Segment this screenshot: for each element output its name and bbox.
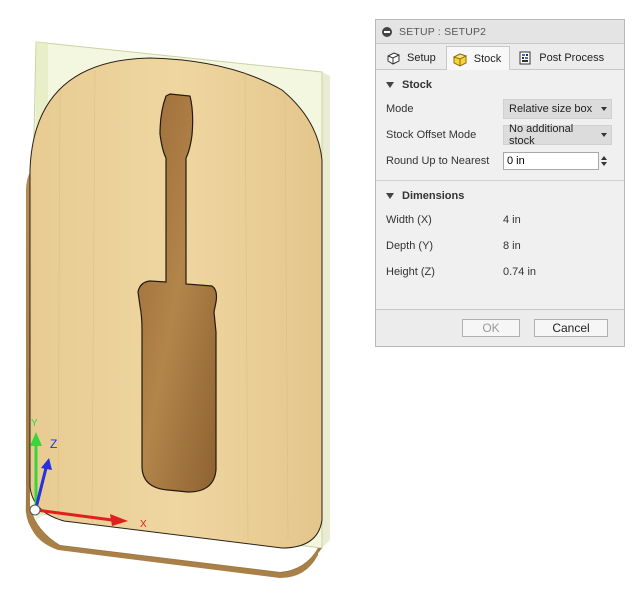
tab-setup[interactable]: Setup (380, 47, 444, 69)
height-row: Height (Z) 0.74 in (376, 259, 624, 285)
spinner-buttons[interactable] (601, 155, 607, 167)
round-up-row: Round Up to Nearest (376, 148, 624, 174)
tab-stock-label: Stock (473, 52, 502, 65)
height-value: 0.74 in (503, 266, 537, 278)
tab-post-process[interactable]: Post Process (512, 47, 612, 69)
dropdown-arrow-icon (601, 107, 607, 111)
tab-setup-label: Setup (407, 52, 436, 64)
stock-model: Y Z X (25, 41, 330, 578)
depth-row: Depth (Y) 8 in (376, 233, 624, 259)
spin-up-icon[interactable] (601, 156, 607, 160)
axis-z-label: Z (50, 437, 57, 451)
section-divider (376, 180, 624, 181)
depth-value: 8 in (503, 240, 521, 252)
axis-x-label: X (140, 519, 147, 530)
stock-box-icon (452, 52, 468, 67)
stock-section-header[interactable]: Stock (376, 74, 624, 96)
3d-viewport[interactable]: Y Z X (0, 0, 370, 592)
dialog-titlebar[interactable]: SETUP : SETUP2 (376, 20, 624, 44)
dropdown-arrow-icon (601, 133, 607, 137)
spin-down-icon[interactable] (601, 162, 607, 166)
round-up-input[interactable] (503, 152, 599, 170)
width-row: Width (X) 4 in (376, 207, 624, 233)
cancel-button[interactable]: Cancel (534, 319, 608, 337)
width-value: 4 in (503, 214, 521, 226)
caret-down-icon (386, 82, 394, 88)
caret-down-icon (386, 193, 394, 199)
round-up-label: Round Up to Nearest (386, 155, 490, 167)
stock-offset-mode-label: Stock Offset Mode (386, 129, 477, 141)
setup-dialog: SETUP : SETUP2 Setup Stock Post Process … (375, 19, 625, 347)
collapse-icon[interactable] (382, 26, 392, 37)
depth-label: Depth (Y) (386, 240, 434, 252)
width-label: Width (X) (386, 214, 432, 226)
tab-bar: Setup Stock Post Process (376, 44, 624, 70)
tab-post-process-label: Post Process (539, 52, 605, 64)
stock-offset-mode-select[interactable]: No additional stock (503, 123, 612, 147)
dialog-footer: OK Cancel (376, 309, 624, 346)
mode-label: Mode (386, 103, 414, 115)
tab-stock[interactable]: Stock (445, 46, 511, 70)
ok-button[interactable]: OK (462, 319, 520, 337)
stock-offset-mode-row: Stock Offset Mode No additional stock (376, 122, 624, 148)
stock-section-title: Stock (402, 79, 432, 91)
height-label: Height (Z) (386, 266, 435, 278)
setup-icon (387, 52, 400, 65)
mode-value: Relative size box (509, 103, 593, 115)
stock-offset-mode-value: No additional stock (509, 123, 574, 147)
mode-select[interactable]: Relative size box (503, 99, 612, 119)
post-process-icon (519, 51, 531, 65)
dimensions-section-header[interactable]: Dimensions (376, 185, 624, 207)
round-up-spinner (503, 152, 607, 170)
dialog-title: SETUP : SETUP2 (399, 25, 487, 38)
mode-row: Mode Relative size box (376, 96, 624, 122)
axis-y-label: Y (31, 418, 38, 429)
dimensions-section-title: Dimensions (402, 190, 465, 202)
